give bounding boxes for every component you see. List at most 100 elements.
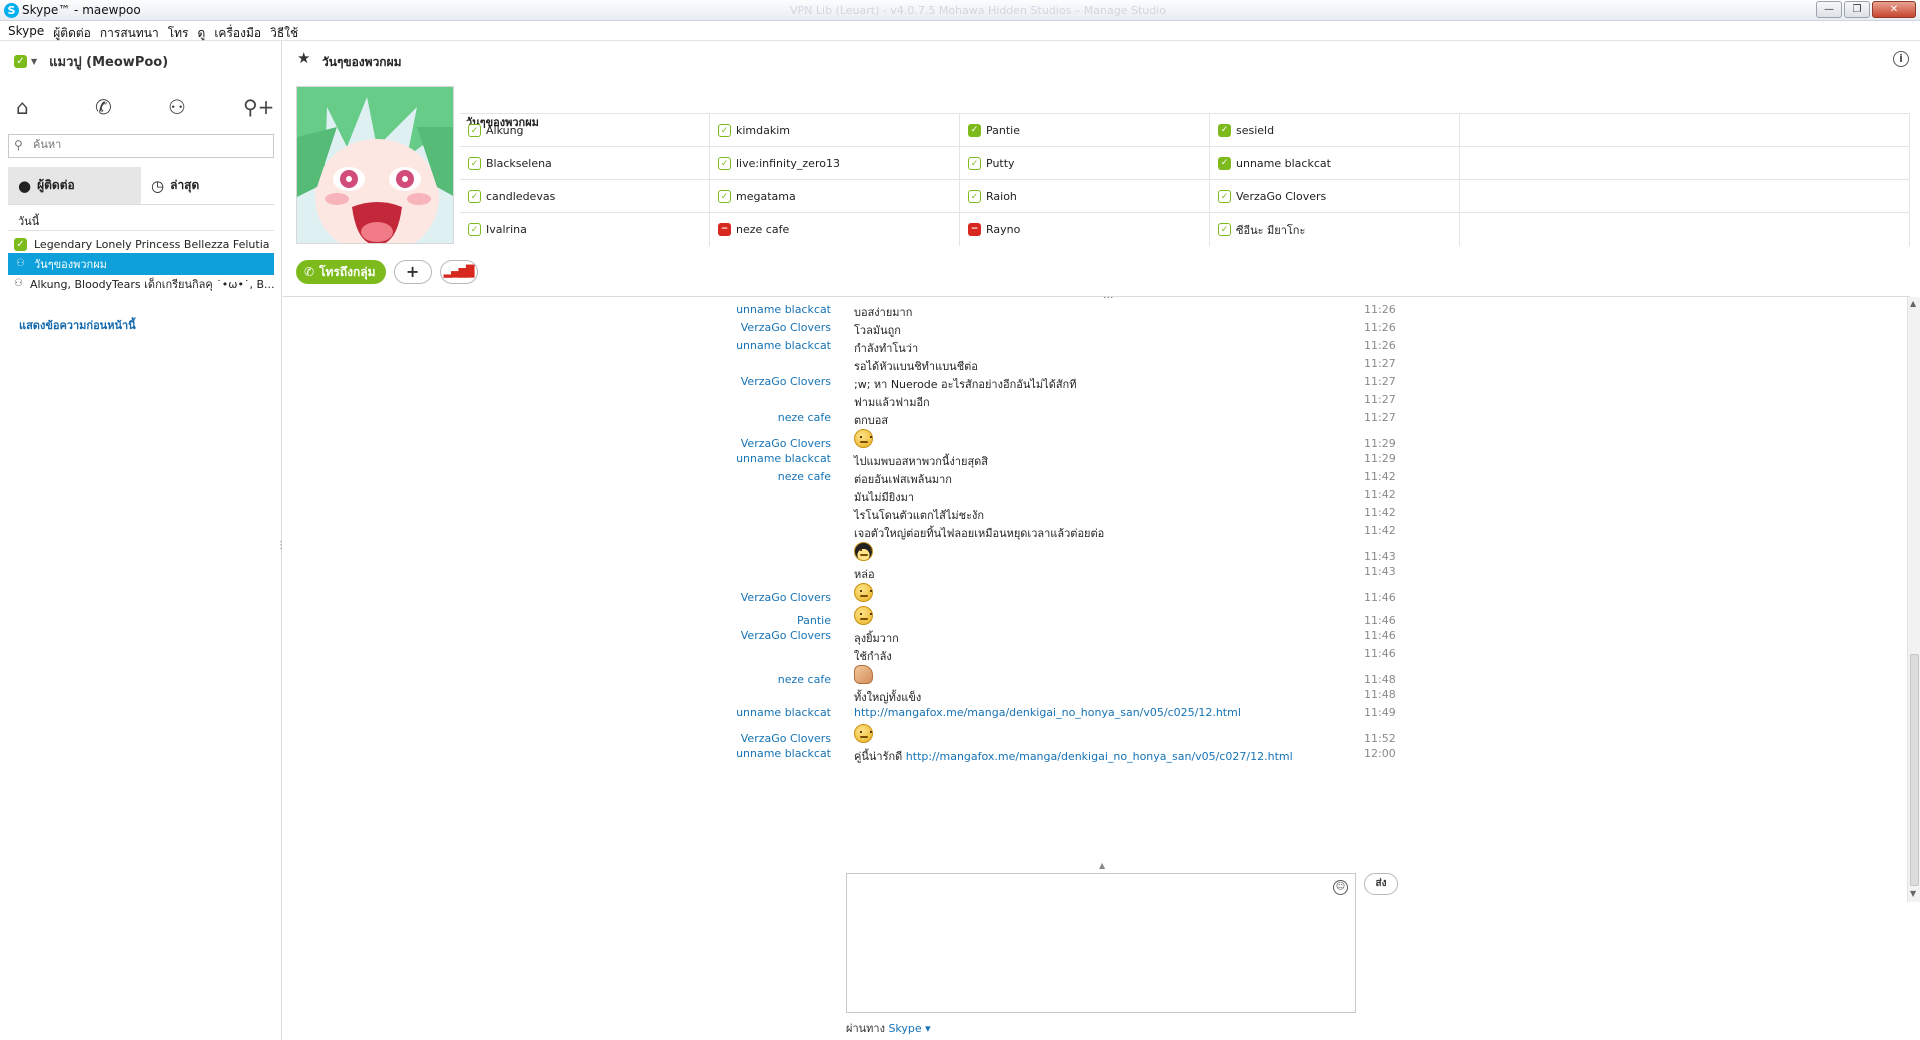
message-body: ตกบอส xyxy=(854,411,888,429)
participant[interactable]: ✓ sesield xyxy=(1210,114,1460,147)
message-sender[interactable]: unname blackcat xyxy=(651,706,831,719)
message-sender[interactable]: unname blackcat xyxy=(651,339,831,352)
scroll-down-icon[interactable]: ▼ xyxy=(1910,889,1916,898)
participant-row: ✓ candledevas ✓ megatama ✓ Raioh ✓ VerzaGo Clov… xyxy=(460,179,1910,213)
message-sender[interactable]: VerzaGo Clovers xyxy=(651,375,831,388)
message-row: VerzaGo Clovers ลุงยิ้มวาก 11:46 xyxy=(283,629,1413,647)
status-away-icon: ✓ xyxy=(468,223,481,236)
status-online-icon[interactable]: ✓ xyxy=(14,55,27,68)
compose-box[interactable]: ☺ xyxy=(846,873,1356,1013)
menu-skype[interactable]: Skype xyxy=(6,21,51,40)
message-sender[interactable]: Pantie xyxy=(651,614,831,627)
home-icon[interactable]: ⌂ xyxy=(16,95,29,119)
message-timestamp: 11:29 xyxy=(1364,452,1396,465)
maximize-button[interactable]: ❐ xyxy=(1844,1,1870,18)
message-body: ลุงยิ้มวาก xyxy=(854,629,899,647)
scrollbar[interactable]: ▲ ▼ xyxy=(1907,297,1920,902)
compose-resize-handle[interactable]: ▲ xyxy=(1099,861,1105,870)
message-sender[interactable]: neze cafe xyxy=(651,673,831,686)
message-sender[interactable]: unname blackcat xyxy=(651,452,831,465)
message-list: unname blackcat บอสง่ายมาก 11:26 VerzaGo Cl… xyxy=(283,297,1910,902)
tab-contacts[interactable]: ● ผู้ติดต่อ xyxy=(8,167,141,204)
menu-tools[interactable]: เครื่องมือ xyxy=(212,21,268,40)
participant[interactable]: ✓ kimdakim xyxy=(710,114,960,147)
info-icon[interactable]: i xyxy=(1893,51,1909,67)
participant[interactable]: ✓ Blackselena xyxy=(460,147,710,180)
participant-name: candledevas xyxy=(486,190,556,203)
worried-emoticon-icon xyxy=(854,583,873,602)
group-avatar[interactable] xyxy=(296,86,454,244)
divider xyxy=(8,230,274,231)
add-contact-icon[interactable]: ⚲+ xyxy=(243,95,274,119)
chevron-down-icon[interactable]: ▼ xyxy=(31,57,37,66)
message-sender[interactable]: neze cafe xyxy=(651,470,831,483)
message-sender[interactable]: VerzaGo Clovers xyxy=(651,591,831,604)
add-participant-button[interactable]: + xyxy=(393,260,432,284)
status-away-icon: ✓ xyxy=(1218,223,1231,236)
message-sender[interactable]: unname blackcat xyxy=(651,303,831,316)
scroll-up-icon[interactable]: ▲ xyxy=(1910,299,1916,308)
participant[interactable]: ✓ megatama xyxy=(710,180,960,213)
tab-recent-label: ล่าสุด xyxy=(170,178,200,192)
menu-conversations[interactable]: การสนทนา xyxy=(98,21,166,40)
message-row: VerzaGo Clovers ;w; หา Nuerode อะไรสักอย่… xyxy=(283,375,1413,393)
via-service-dropdown[interactable]: Skype ▾ xyxy=(888,1022,930,1035)
message-row: หล่อ 11:43 xyxy=(283,565,1413,583)
participant[interactable]: − Rayno xyxy=(960,213,1210,246)
participant-name: Rayno xyxy=(986,223,1021,236)
group-icon[interactable]: ⚇ xyxy=(168,95,186,119)
message-sender[interactable]: VerzaGo Clovers xyxy=(651,629,831,642)
minimize-button[interactable]: — xyxy=(1816,1,1842,18)
status-away-icon: ✓ xyxy=(718,190,731,203)
conversation-title[interactable]: วันๆของพวกผม xyxy=(322,53,402,72)
close-button[interactable]: ✕ xyxy=(1872,1,1916,18)
call-quality-button[interactable]: ▂▄▆█ xyxy=(439,260,478,284)
message-row: VerzaGo Clovers 11:29 xyxy=(283,429,1413,452)
message-input[interactable] xyxy=(847,874,1355,1012)
status-online-icon: ✓ xyxy=(14,237,27,251)
message-sender[interactable]: VerzaGo Clovers xyxy=(651,321,831,334)
status-online-icon: ✓ xyxy=(968,124,981,137)
message-link[interactable]: http://mangafox.me/manga/denkigai_no_hon… xyxy=(906,750,1293,763)
message-body: ไปแมพบอสหาพวกนี้ง่ายสุดสิ xyxy=(854,452,988,470)
menu-contacts[interactable]: ผู้ติดต่อ xyxy=(51,21,98,40)
message-sender[interactable]: neze cafe xyxy=(651,411,831,424)
participant[interactable]: ✓ Pantie xyxy=(960,114,1210,147)
message-text: ไปแมพบอสหาพวกนี้ง่ายสุดสิ xyxy=(854,455,989,468)
message-sender[interactable]: VerzaGo Clovers xyxy=(651,732,831,745)
participant[interactable]: ✓ VerzaGo Clovers xyxy=(1210,180,1460,213)
participant[interactable]: ✓ live:infinity_zero13 xyxy=(710,147,960,180)
section-heading-today: วันนี้ xyxy=(18,215,40,228)
message-body: โวลมันถูก xyxy=(854,321,901,339)
message-sender[interactable]: VerzaGo Clovers xyxy=(651,437,831,450)
menu-help[interactable]: วิธีใช้ xyxy=(268,21,305,40)
profile-header[interactable]: ✓ ▼ แมวปู (MeowPoo) xyxy=(14,51,168,72)
participant[interactable]: ✓ Raioh xyxy=(960,180,1210,213)
show-older-messages-link[interactable]: แสดงข้อความก่อนหน้านี้ xyxy=(19,316,136,334)
scrollbar-thumb[interactable] xyxy=(1910,654,1919,886)
message-sender[interactable]: unname blackcat xyxy=(651,747,831,760)
star-icon[interactable]: ★ xyxy=(297,49,310,67)
participant[interactable]: ✓ Ivalrina xyxy=(460,213,710,246)
recent-item[interactable]: ✓ Legendary Lonely Princess Bellezza Fel… xyxy=(8,233,274,255)
recent-item[interactable]: ⚇ Alkung, BloodyTears เด็กเกรียนกิลคุ ˙•… xyxy=(8,273,274,295)
participant[interactable]: ✓ Alkung xyxy=(460,114,710,147)
message-link[interactable]: http://mangafox.me/manga/denkigai_no_hon… xyxy=(854,706,1241,719)
recent-item-selected[interactable]: ⚇ วันๆของพวกผม xyxy=(8,253,274,275)
participant[interactable]: ✓ candledevas xyxy=(460,180,710,213)
menu-view[interactable]: ดู xyxy=(196,21,213,40)
profile-name[interactable]: แมวปู (MeowPoo) xyxy=(49,51,168,72)
phone-icon[interactable]: ✆ xyxy=(95,95,112,119)
participant[interactable]: ✓ Putty xyxy=(960,147,1210,180)
participant[interactable]: ✓ unname blackcat xyxy=(1210,147,1460,180)
menu-call[interactable]: โทร xyxy=(166,21,196,40)
tab-recent[interactable]: ◷ ล่าสุด xyxy=(141,167,274,204)
send-button[interactable]: ส่ง xyxy=(1364,873,1398,895)
participant[interactable]: − neze cafe xyxy=(710,213,960,246)
participant[interactable]: ✓ ซีอีนะ มียาโกะ xyxy=(1210,213,1460,246)
call-group-button[interactable]: ✆ โทรถึงกลุ่ม xyxy=(296,260,386,284)
search-input[interactable] xyxy=(33,138,263,151)
emoticon-icon[interactable]: ☺ xyxy=(1333,880,1348,895)
message-body: ต่อยอันเฟสเพล้นมาก xyxy=(854,470,952,488)
search-box[interactable]: ⚲ xyxy=(8,134,274,158)
